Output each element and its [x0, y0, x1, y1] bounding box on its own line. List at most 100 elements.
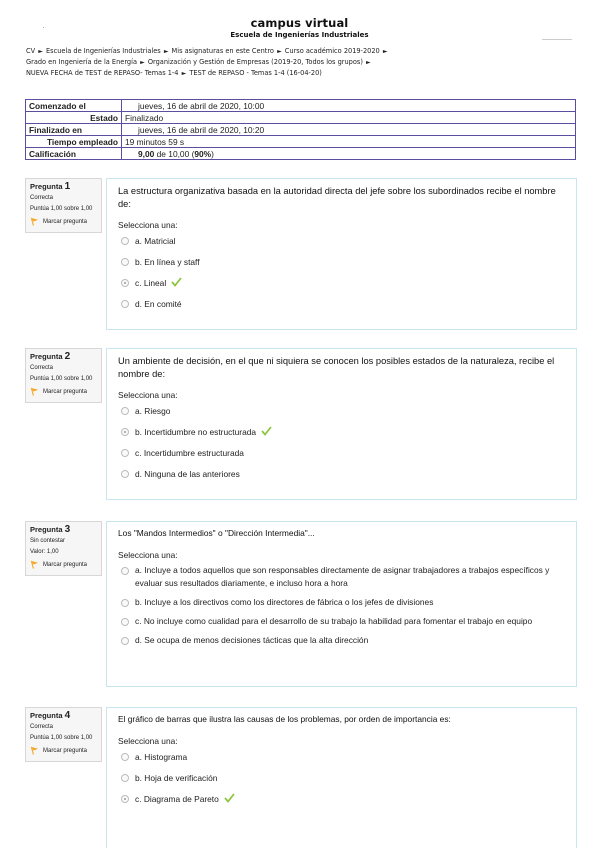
correct-check-icon — [261, 426, 272, 436]
breadcrumb-separator: ► — [382, 48, 388, 55]
question-label: Pregunta — [30, 352, 63, 361]
radio-button[interactable] — [121, 599, 129, 607]
radio-button[interactable] — [121, 470, 129, 478]
question-content: Los "Mandos Intermedios" o "Dirección In… — [106, 521, 577, 687]
flag-question-button[interactable]: Marcar pregunta — [30, 217, 98, 226]
flag-icon — [30, 560, 39, 569]
breadcrumb-link[interactable]: Escuela de Ingenierías Industriales — [46, 47, 161, 55]
grade-value: 9,00 de 10,00 (90%) — [121, 147, 576, 160]
flag-label: Marcar pregunta — [43, 219, 88, 225]
answer-option-selected[interactable]: c. Diagrama de Pareto — [118, 792, 566, 806]
question-text: Un ambiente de decisión, en el que ni si… — [118, 356, 555, 379]
answer-option[interactable]: c. No incluye como cualidad para el desa… — [118, 615, 566, 628]
breadcrumb-line-1: CV ► Escuela de Ingenierías Industriales… — [26, 46, 576, 57]
correct-check-icon — [224, 793, 235, 803]
state-label: Estado — [25, 111, 122, 124]
question-label: Pregunta — [30, 711, 63, 720]
radio-button[interactable] — [121, 567, 129, 575]
radio-button[interactable] — [121, 407, 129, 415]
summary-row-started: Comenzado el jueves, 16 de abril de 2020… — [25, 99, 576, 112]
answer-option-selected[interactable]: b. Incertidumbre no estructurada — [118, 425, 566, 439]
answer-label: c. Lineal — [135, 278, 167, 288]
breadcrumb-current[interactable]: TEST de REPASO - Temas 1-4 (16-04-20) — [189, 69, 322, 77]
flag-question-button[interactable]: Marcar pregunta — [30, 387, 98, 396]
flag-label: Marcar pregunta — [43, 389, 88, 395]
answer-label: a. Matricial — [135, 236, 176, 246]
radio-button-selected[interactable] — [121, 279, 129, 287]
answer-option[interactable]: d. Se ocupa de menos decisiones tácticas… — [118, 634, 566, 647]
answer-option[interactable]: b. Incluye a los directivos como los dir… — [118, 596, 566, 609]
radio-button[interactable] — [121, 449, 129, 457]
breadcrumb-link[interactable]: CV — [26, 47, 35, 55]
question-label: Pregunta — [30, 525, 63, 534]
answer-option[interactable]: d. Ninguna de las anteriores — [118, 467, 566, 481]
answer-option[interactable]: a. Matricial — [118, 234, 566, 248]
question-info: Pregunta 1 Correcta Puntúa 1,00 sobre 1,… — [25, 178, 102, 233]
breadcrumb-link[interactable]: Curso académico 2019-2020 — [285, 47, 380, 55]
breadcrumb-separator: ► — [181, 70, 187, 77]
answer-label: d. En comité — [135, 299, 182, 309]
question-number-value: 4 — [64, 710, 71, 721]
question-state: Correcta — [30, 724, 54, 730]
radio-button-selected[interactable] — [121, 795, 129, 803]
answer-option[interactable]: d. En comité — [118, 297, 566, 311]
answer-option[interactable]: a. Histograma — [118, 750, 566, 764]
breadcrumb-separator: ► — [366, 59, 371, 66]
breadcrumb-link[interactable]: Mis asignaturas en este Centro — [172, 47, 274, 55]
flag-question-button[interactable]: Marcar pregunta — [30, 560, 98, 569]
grade-close: ) — [211, 148, 214, 159]
question-state: Correcta — [30, 365, 54, 371]
grade-percent: 90% — [194, 148, 212, 159]
answer-prompt: Selecciona una: — [118, 390, 178, 400]
question-info: Pregunta 2 Correcta Puntúa 1,00 sobre 1,… — [25, 348, 102, 403]
answer-label: d. Se ocupa de menos decisiones tácticas… — [135, 635, 369, 645]
breadcrumb-separator: ► — [163, 48, 169, 55]
flag-question-button[interactable]: Marcar pregunta — [30, 746, 98, 755]
site-title[interactable]: campus virtual — [0, 16, 599, 30]
question-number: Pregunta 3 — [30, 524, 98, 535]
answer-option[interactable]: b. Hoja de verificación — [118, 771, 566, 785]
attempt-summary-table: Comenzado el jueves, 16 de abril de 2020… — [25, 99, 576, 160]
question-grade: Puntúa 1,00 sobre 1,00 — [30, 376, 93, 382]
started-value: jueves, 16 de abril de 2020, 10:00 — [121, 99, 576, 112]
radio-button[interactable] — [121, 237, 129, 245]
answer-option[interactable]: a. Riesgo — [118, 404, 566, 418]
answer-label: c. No incluye como cualidad para el desa… — [135, 616, 533, 626]
summary-row-time: Tiempo empleado 19 minutos 59 s — [25, 135, 576, 148]
breadcrumb-link[interactable]: Organización y Gestión de Empresas (2019… — [148, 58, 363, 66]
question-text: El gráfico de barras que ilustra las cau… — [118, 714, 451, 724]
radio-button[interactable] — [121, 258, 129, 266]
radio-button[interactable] — [121, 618, 129, 626]
answer-prompt: Selecciona una: — [118, 220, 178, 230]
breadcrumb-link[interactable]: Grado en Ingeniería de la Energía — [26, 58, 137, 66]
flag-icon — [30, 746, 39, 755]
answer-option[interactable]: b. En línea y staff — [118, 255, 566, 269]
answer-option[interactable]: a. Incluye a todos aquellos que son resp… — [118, 564, 566, 590]
answer-label: b. Incertidumbre no estructurada — [135, 427, 257, 437]
correct-check-icon — [171, 277, 182, 287]
question-number: Pregunta 4 — [30, 710, 98, 721]
radio-button[interactable] — [121, 753, 129, 761]
time-value: 19 minutos 59 s — [121, 135, 576, 148]
answer-option-selected[interactable]: c. Lineal — [118, 276, 566, 290]
radio-button[interactable] — [121, 300, 129, 308]
radio-button[interactable] — [121, 637, 129, 645]
question-grade: Puntúa 1,00 sobre 1,00 — [30, 206, 93, 212]
question-text: Los "Mandos Intermedios" o "Dirección In… — [118, 528, 315, 538]
answer-label: c. Diagrama de Pareto — [135, 794, 219, 804]
answer-prompt: Selecciona una: — [118, 550, 178, 560]
answer-label: c. Incertidumbre estructurada — [135, 448, 244, 458]
question-number-value: 3 — [64, 524, 71, 535]
question-number: Pregunta 2 — [30, 351, 98, 362]
grade-of: de 10,00 ( — [154, 148, 195, 159]
breadcrumb-link[interactable]: NUEVA FECHA de TEST de REPASO- Temas 1-4 — [26, 69, 179, 77]
question-grade: Valor: 1,00 — [30, 549, 59, 555]
question-number-value: 2 — [64, 351, 71, 362]
radio-button-selected[interactable] — [121, 428, 129, 436]
radio-button[interactable] — [121, 774, 129, 782]
answer-option[interactable]: c. Incertidumbre estructurada — [118, 446, 566, 460]
answer-label: b. Incluye a los directivos como los dir… — [135, 597, 434, 607]
header-divider — [542, 39, 572, 40]
question-content: La estructura organizativa basada en la … — [106, 178, 577, 330]
breadcrumb: CV ► Escuela de Ingenierías Industriales… — [26, 46, 576, 79]
